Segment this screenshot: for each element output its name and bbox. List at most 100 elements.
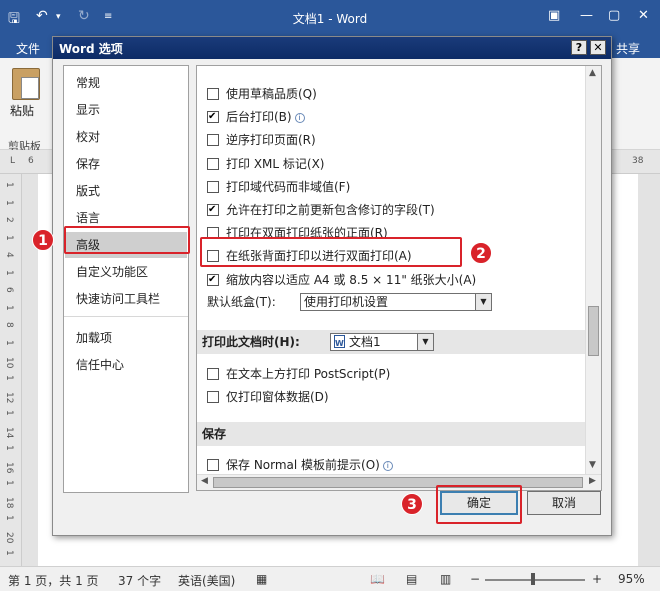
maximize-icon[interactable]: ▢ bbox=[608, 8, 620, 23]
close-window-icon[interactable]: ✕ bbox=[638, 8, 649, 23]
nav-item[interactable]: 版式 bbox=[65, 178, 187, 204]
ruler-number: 14 bbox=[4, 427, 14, 439]
web-layout-icon[interactable]: ▥ bbox=[440, 572, 451, 586]
paste-button-label[interactable]: 粘贴 bbox=[10, 102, 34, 119]
print-layout-icon[interactable]: ▤ bbox=[406, 572, 417, 586]
nav-item[interactable]: 信任中心 bbox=[65, 352, 187, 378]
scroll-down-icon[interactable]: ▼ bbox=[589, 460, 596, 470]
ruler-number: 1 bbox=[4, 549, 14, 556]
ruler-number: 1 bbox=[4, 339, 14, 346]
ruler-number: 12 bbox=[4, 392, 14, 404]
page-count[interactable]: 第 1 页，共 1 页 bbox=[8, 572, 99, 589]
ruler-number: 1 bbox=[4, 409, 14, 416]
paste-icon[interactable] bbox=[12, 68, 40, 100]
zoom-level[interactable]: 95% bbox=[618, 572, 645, 586]
zoom-slider-thumb[interactable] bbox=[531, 573, 535, 585]
checkbox[interactable] bbox=[207, 459, 219, 471]
word-options-dialog: Word 选项 ? ✕ 常规 显示 校对 保存 版式 语言 高级 自定义功能区 快速访问工具栏加… bbox=[52, 36, 612, 536]
ruler-number: 10 bbox=[4, 357, 14, 369]
checkbox[interactable] bbox=[207, 180, 219, 193]
ribbon-display-icon[interactable]: ▣ bbox=[548, 8, 560, 23]
vertical-scrollbar[interactable]: ▲ ▼ bbox=[585, 66, 601, 474]
word-title-bar: 🖫 ↶ ▾ ↻ ≡ 文档1 - Word ▣ — ▢ ✕ bbox=[0, 0, 660, 36]
save-section-header: 保存 bbox=[197, 422, 587, 446]
zoom-out-icon[interactable]: − bbox=[470, 572, 480, 586]
horizontal-scroll-thumb[interactable] bbox=[213, 477, 583, 488]
checkbox-checked[interactable] bbox=[207, 273, 219, 286]
print-option[interactable]: 后台打印(B)i bbox=[207, 108, 305, 126]
horizontal-scrollbar[interactable]: ◀ ▶ bbox=[197, 474, 601, 490]
language-indicator[interactable]: 英语(美国) bbox=[178, 572, 235, 589]
doc-option[interactable]: 仅打印窗体数据(D) bbox=[207, 388, 329, 406]
scroll-left-icon[interactable]: ◀ bbox=[201, 476, 208, 486]
chevron-down-icon[interactable]: ▼ bbox=[475, 294, 491, 310]
print-option[interactable]: 允许在打印之前更新包含修订的字段(T) bbox=[207, 201, 435, 219]
minimize-icon[interactable]: — bbox=[580, 8, 593, 23]
print-option-label: 允许在打印之前更新包含修订的字段(T) bbox=[226, 203, 435, 217]
scroll-up-icon[interactable]: ▲ bbox=[589, 68, 596, 78]
zoom-slider[interactable] bbox=[485, 579, 585, 581]
zoom-in-icon[interactable]: + bbox=[592, 572, 602, 586]
help-button[interactable]: ? bbox=[571, 40, 587, 55]
nav-item[interactable]: 保存 bbox=[65, 151, 187, 177]
ruler-number: 1 bbox=[4, 444, 14, 451]
print-option[interactable]: 打印域代码而非域值(F) bbox=[207, 178, 350, 196]
step-marker-1: 1 bbox=[32, 229, 54, 251]
ruler-number: 6 bbox=[4, 287, 14, 293]
vertical-ruler: 1 1 2 1 4 1 6 1 8 1 10 1 12 1 14 1 16 1 18 1 20 1 bbox=[0, 174, 22, 566]
macro-record-icon[interactable]: ▦ bbox=[256, 572, 267, 586]
dialog-title-bar: Word 选项 ? ✕ bbox=[53, 37, 611, 59]
step-marker-3: 3 bbox=[401, 493, 423, 515]
nav-item[interactable]: 快速访问工具栏 bbox=[65, 286, 187, 312]
options-nav: 常规 显示 校对 保存 版式 语言 高级 自定义功能区 快速访问工具栏 加载项 信任中心 bbox=[63, 65, 189, 493]
print-option-label: 打印域代码而非域值(F) bbox=[226, 179, 351, 194]
checkbox-checked[interactable] bbox=[207, 204, 219, 216]
word-count[interactable]: 37 个字 bbox=[118, 572, 161, 589]
info-icon[interactable]: i bbox=[294, 113, 305, 124]
chevron-down-icon[interactable]: ▼ bbox=[417, 334, 433, 350]
nav-item[interactable]: 校对 bbox=[65, 124, 187, 150]
info-icon[interactable]: i bbox=[382, 461, 393, 471]
save-option[interactable]: 保存 Normal 模板前提示(O) i bbox=[207, 456, 393, 474]
read-mode-icon[interactable]: 📖 bbox=[370, 572, 385, 586]
ruler-number: 1 bbox=[4, 374, 14, 381]
checkbox[interactable] bbox=[207, 368, 219, 380]
ruler-number: 18 bbox=[4, 497, 14, 509]
vertical-scroll-thumb[interactable] bbox=[588, 306, 599, 356]
print-option[interactable]: 逆序打印页面(R) bbox=[207, 131, 316, 149]
save-section-label: 保存 bbox=[202, 427, 227, 441]
print-option[interactable]: 使用草稿品质(Q) bbox=[207, 85, 317, 103]
print-option[interactable]: 打印 XML 标记(X) bbox=[207, 155, 324, 173]
nav-item[interactable]: 常规 bbox=[65, 70, 187, 96]
window-title: 文档1 - Word bbox=[292, 12, 368, 26]
print-option-label: 打印 XML 标记(X) bbox=[226, 156, 325, 171]
default-tray-select[interactable]: 使用打印机设置 ▼ bbox=[300, 293, 492, 311]
print-doc-select[interactable]: 文档1 ▼ bbox=[330, 333, 434, 352]
tab-file[interactable]: 文件 bbox=[16, 40, 40, 57]
ruler-tab-selector[interactable]: L bbox=[10, 156, 15, 166]
save-option-label: 保存 Normal 模板前提示(O) bbox=[226, 458, 380, 472]
checkbox[interactable] bbox=[207, 134, 219, 147]
nav-item[interactable]: 自定义功能区 bbox=[65, 259, 187, 285]
nav-item[interactable]: 加载项 bbox=[65, 325, 187, 351]
ruler-number: 1 bbox=[4, 514, 14, 521]
checkbox[interactable] bbox=[207, 391, 219, 403]
print-option[interactable]: 缩放内容以适应 A4 或 8.5 × 11" 纸张大小(A) bbox=[207, 271, 476, 289]
dialog-title: Word 选项 bbox=[59, 42, 123, 56]
tab-share[interactable]: 共享 bbox=[616, 40, 640, 57]
highlight-box-ok bbox=[436, 485, 522, 524]
checkbox[interactable] bbox=[207, 88, 219, 100]
dialog-close-button[interactable]: ✕ bbox=[590, 40, 606, 55]
highlight-box-duplex bbox=[200, 237, 462, 267]
status-bar: 第 1 页，共 1 页 37 个字 英语(美国) ▦ 📖 ▤ ▥ − + 95% bbox=[0, 566, 660, 591]
checkbox[interactable] bbox=[207, 157, 219, 170]
ruler-number: 1 bbox=[4, 182, 14, 188]
cancel-button[interactable]: 取消 bbox=[527, 491, 601, 515]
ruler-number: 38 bbox=[632, 156, 644, 166]
nav-item[interactable]: 显示 bbox=[65, 97, 187, 123]
doc-option[interactable]: 在文本上方打印 PostScript(P) bbox=[207, 365, 390, 383]
scroll-right-icon[interactable]: ▶ bbox=[589, 476, 596, 486]
document-icon bbox=[334, 335, 345, 352]
checkbox-checked[interactable] bbox=[207, 111, 219, 124]
print-doc-section-label: 打印此文档时(H): bbox=[202, 335, 300, 349]
